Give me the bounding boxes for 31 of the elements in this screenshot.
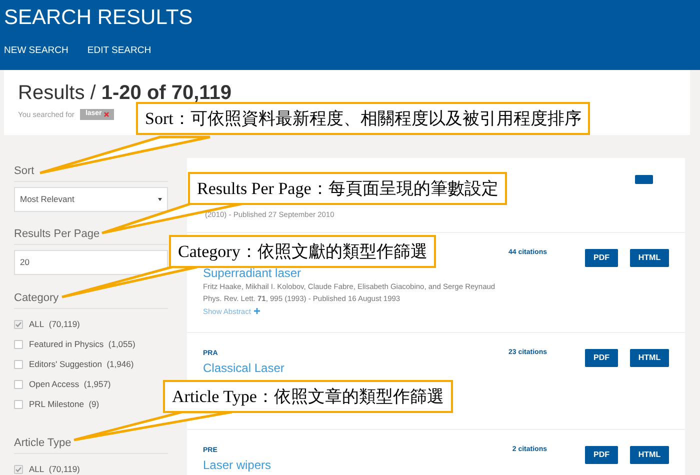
- html-button[interactable]: HTML: [630, 446, 669, 464]
- nav-link[interactable]: EDIT SEARCH: [87, 44, 152, 58]
- annotation-tooltip: Results Per Page：每頁面呈現的筆數設定: [188, 172, 508, 205]
- remove-icon[interactable]: [104, 112, 109, 118]
- plus-icon: [254, 308, 260, 314]
- filter-option: Editors' Suggestion (1,946): [29, 358, 134, 370]
- filter-option: Open Access (1,957): [29, 378, 111, 390]
- results-heading: Results / 1-20 of 70,119: [18, 81, 232, 105]
- action-button[interactable]: [635, 175, 653, 184]
- annotation-tooltip: Article Type：依照文章的類型作篩選: [163, 380, 453, 413]
- html-button[interactable]: HTML: [630, 349, 669, 367]
- filter-option: Featured in Physics (1,055): [29, 338, 136, 350]
- pdf-button[interactable]: PDF: [585, 446, 618, 464]
- pdf-button[interactable]: PDF: [585, 349, 618, 367]
- pdf-button[interactable]: PDF: [585, 249, 618, 267]
- checkbox[interactable]: [14, 340, 23, 348]
- checkbox[interactable]: [14, 464, 23, 474]
- nav-link[interactable]: NEW SEARCH: [4, 44, 68, 58]
- checkbox[interactable]: [14, 360, 23, 368]
- results-per-page-field[interactable]: 20: [14, 250, 168, 275]
- page-title: SEARCH RESULTS: [4, 5, 194, 31]
- sort-select[interactable]: Most Relevant: [14, 187, 168, 212]
- filter-option: ALL (70,119): [29, 462, 80, 475]
- checkbox[interactable]: [14, 380, 23, 388]
- annotation-tooltip: Category：依照文獻的類型作篩選: [169, 235, 436, 268]
- filter-option: PRL Milestone (9): [29, 398, 100, 410]
- filter-option: ALL (70,119): [29, 318, 80, 330]
- html-button[interactable]: HTML: [630, 249, 669, 267]
- checkbox[interactable]: [14, 320, 23, 328]
- checkbox[interactable]: [14, 400, 23, 408]
- caret-icon: [158, 198, 162, 201]
